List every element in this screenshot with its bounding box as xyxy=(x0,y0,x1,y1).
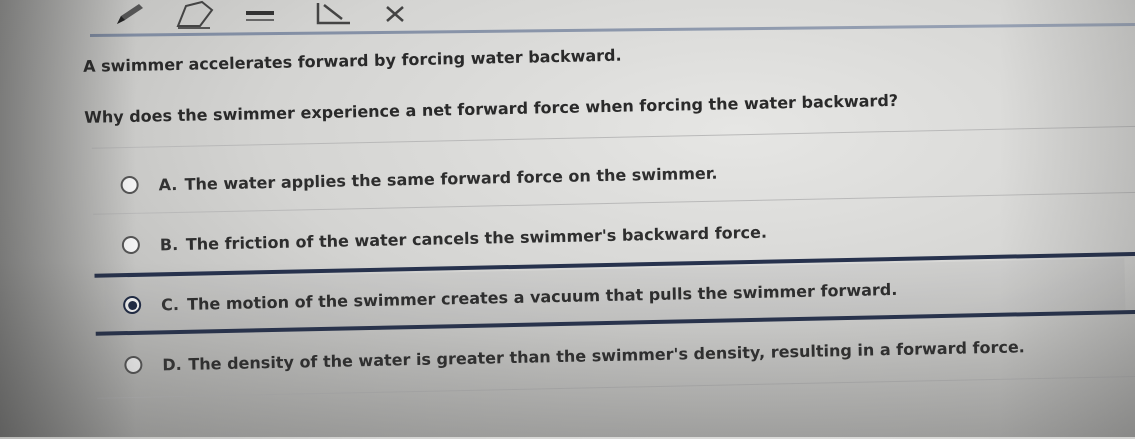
radio-button[interactable] xyxy=(120,175,139,195)
question-panel: A swimmer accelerates forward by forcing… xyxy=(0,0,1135,439)
option-letter: D. xyxy=(162,354,182,374)
option-letter: B. xyxy=(159,234,179,254)
question-prompt: Why does the swimmer experience a net fo… xyxy=(84,90,899,127)
radio-dot xyxy=(127,300,137,310)
radio-button-selected[interactable] xyxy=(122,295,142,315)
option-text: The water applies the same forward force… xyxy=(184,163,718,194)
option-letter: A. xyxy=(158,174,178,194)
option-letter: C. xyxy=(160,294,180,314)
radio-button[interactable] xyxy=(124,355,143,375)
option-text: The density of the water is greater than… xyxy=(188,336,1025,374)
option-text: The friction of the water cancels the sw… xyxy=(185,222,768,254)
radio-button[interactable] xyxy=(121,235,141,255)
question-stem: A swimmer accelerates forward by forcing… xyxy=(82,45,622,76)
option-text: The motion of the swimmer creates a vacu… xyxy=(186,279,898,314)
